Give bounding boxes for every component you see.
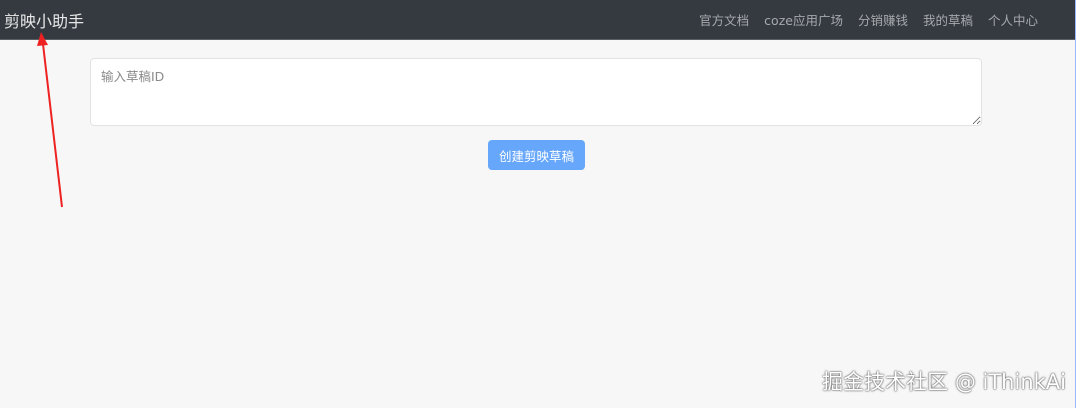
scrollbar[interactable] bbox=[1075, 0, 1080, 408]
nav-link-profile[interactable]: 个人中心 bbox=[988, 10, 1038, 29]
create-draft-button[interactable]: 创建剪映草稿 bbox=[488, 140, 585, 170]
top-navbar: 剪映小助手 官方文档 coze应用广场 分销赚钱 我的草稿 个人中心 bbox=[0, 0, 1076, 40]
nav-link-my-drafts[interactable]: 我的草稿 bbox=[923, 10, 973, 29]
nav-link-coze-store[interactable]: coze应用广场 bbox=[764, 10, 843, 29]
watermark: 掘金技术社区 @ iThinkAi bbox=[822, 370, 1066, 394]
nav-links: 官方文档 coze应用广场 分销赚钱 我的草稿 个人中心 bbox=[699, 10, 1038, 29]
draft-id-input[interactable] bbox=[90, 58, 982, 126]
nav-link-affiliate[interactable]: 分销赚钱 bbox=[858, 10, 908, 29]
nav-link-docs[interactable]: 官方文档 bbox=[699, 10, 749, 29]
brand-title[interactable]: 剪映小助手 bbox=[4, 8, 84, 32]
